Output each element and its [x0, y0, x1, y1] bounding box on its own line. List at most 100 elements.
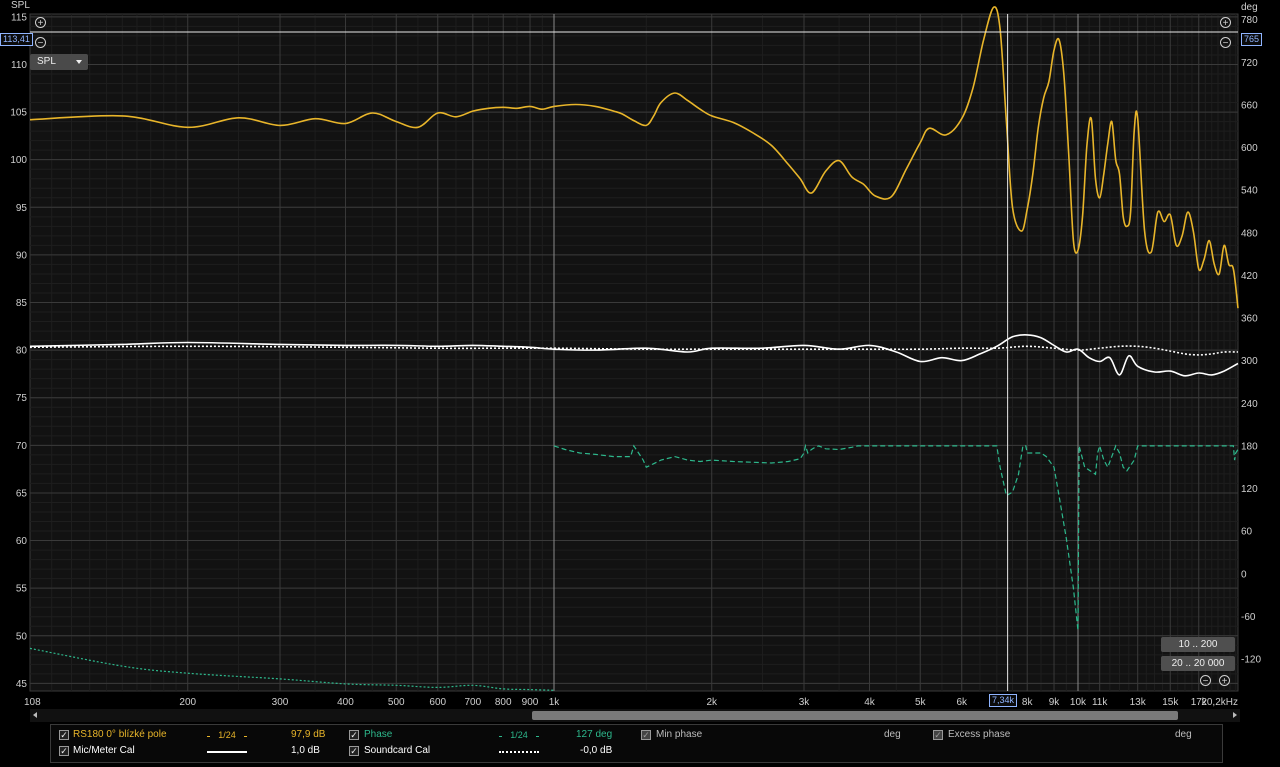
x-tick-label: 900 — [522, 697, 539, 708]
left-axis-unit: SPL — [11, 0, 30, 11]
legend-label-mic-cal: Mic/Meter Cal — [73, 745, 135, 756]
x-tick-label: 2k — [706, 697, 718, 708]
left-tick-label: 100 — [10, 155, 27, 166]
x-tick-label: 10k — [1070, 697, 1087, 708]
left-tick-label: 85 — [16, 298, 28, 309]
right-tick-label: 780 — [1241, 15, 1258, 26]
range-low-button[interactable]: 10 .. 200 — [1161, 637, 1235, 652]
left-tick-label: 95 — [16, 203, 28, 214]
left-tick-label: 110 — [11, 60, 27, 71]
trace-checkbox-soundcard-cal[interactable]: ✓ — [349, 746, 359, 756]
right-tick-label: 420 — [1241, 271, 1258, 282]
cursor-level-readout: 113,41 — [0, 33, 33, 46]
left-tick-label: 90 — [16, 250, 28, 261]
x-tick-label: 800 — [495, 697, 512, 708]
x-tick-label: 5k — [915, 697, 927, 708]
right-tick-label: 360 — [1241, 314, 1258, 325]
x-tick-label: 11k — [1092, 697, 1108, 708]
x-tick-label: 108 — [24, 697, 41, 708]
x-tick-label: 1k — [549, 697, 561, 708]
left-tick-label: 75 — [16, 393, 28, 404]
left-tick-label: 65 — [16, 488, 28, 499]
legend-label-rs180: RS180 0° blízké pole — [73, 729, 167, 740]
left-axis-ticks: 115 110 105 100 95 90 85 80 75 70 65 60 55 50 45 — [10, 12, 27, 690]
right-tick-label: 300 — [1241, 356, 1258, 367]
x-tick-label: 200 — [179, 697, 196, 708]
right-tick-label: 60 — [1241, 527, 1253, 538]
x-tick-label: 13k — [1130, 697, 1147, 708]
zoom-in-left-icon[interactable]: + — [35, 17, 46, 29]
legend-value-min-phase: deg — [884, 729, 901, 740]
right-tick-label: 480 — [1241, 228, 1258, 239]
x-tick-label: 20,2kHz — [1201, 697, 1238, 708]
range-high-button[interactable]: 20 .. 20 000 — [1161, 656, 1235, 671]
x-tick-label: 600 — [429, 697, 446, 708]
spl-dropdown-label: SPL — [37, 56, 56, 67]
swatch-soundcard-cal — [499, 751, 539, 753]
x-tick-label: 400 — [337, 697, 354, 708]
right-tick-label: -120 — [1241, 655, 1261, 666]
right-axis-ticks: 780720660600540480420360300240180120600-… — [1241, 15, 1261, 665]
smoothing-rs180[interactable]: 1/24 — [210, 729, 244, 741]
right-tick-label: 720 — [1241, 58, 1258, 69]
left-tick-label: 80 — [16, 346, 28, 357]
spl-dropdown[interactable]: SPL — [30, 54, 88, 70]
plot-area[interactable] — [29, 13, 1239, 692]
left-tick-label: 55 — [16, 584, 28, 595]
x-tick-label: 9k — [1049, 697, 1061, 708]
scroll-right-icon[interactable] — [1233, 712, 1237, 718]
legend-value-phase: 127 deg — [576, 729, 613, 740]
swatch-mic-cal — [207, 751, 247, 753]
x-tick-label: 6k — [956, 697, 968, 708]
trace-checkbox-excess-phase[interactable]: ✓ — [933, 730, 943, 740]
legend-value-excess-phase: deg — [1175, 729, 1192, 740]
cursor-deg-readout: 765 — [1241, 33, 1263, 46]
x-tick-label: 500 — [388, 697, 405, 708]
left-tick-label: 50 — [16, 631, 28, 642]
trace-checkbox-rs180[interactable]: ✓ — [59, 730, 69, 740]
right-tick-label: 120 — [1241, 484, 1258, 495]
x-tick-label: 15k — [1162, 697, 1179, 708]
legend-value-soundcard-cal: -0,0 dB — [580, 745, 613, 756]
right-axis-unit: deg — [1241, 2, 1258, 13]
zoom-out-x-icon[interactable]: − — [1200, 675, 1211, 687]
scroll-left-icon[interactable] — [33, 712, 37, 718]
zoom-in-right-icon[interactable]: + — [1220, 17, 1231, 29]
trace-checkbox-phase[interactable]: ✓ — [349, 730, 359, 740]
chevron-down-icon — [76, 60, 82, 64]
horizontal-scrollbar[interactable] — [30, 709, 1240, 722]
trace-checkbox-mic-cal[interactable]: ✓ — [59, 746, 69, 756]
x-tick-label: 700 — [464, 697, 481, 708]
x-tick-label: 4k — [864, 697, 876, 708]
x-tick-label: 8k — [1022, 697, 1034, 708]
x-tick-label: 3k — [799, 697, 811, 708]
legend-label-phase: Phase — [364, 729, 393, 740]
right-tick-label: 180 — [1241, 441, 1258, 452]
left-tick-label: 105 — [10, 108, 27, 119]
cursor-freq-readout: 7,34k — [989, 694, 1018, 707]
right-tick-label: -60 — [1241, 612, 1256, 623]
left-tick-label: 45 — [16, 679, 28, 690]
legend-panel: ✓ RS180 0° blízké pole 1/24 97,9 dB ✓ Ph… — [50, 724, 1223, 763]
smoothing-phase[interactable]: 1/24 — [502, 729, 536, 741]
left-tick-label: 115 — [11, 12, 27, 23]
right-tick-label: 600 — [1241, 143, 1258, 154]
x-axis-ticks: 108 200 300 400 500 600 700 800 900 1k 2k 3k 4k 5k 6k 8… — [24, 697, 1238, 708]
left-tick-label: 70 — [16, 441, 28, 452]
right-tick-label: 240 — [1241, 399, 1258, 410]
spl-chart[interactable]: 115 110 105 100 95 90 85 80 75 70 65 60 55 50 45 780 72… — [0, 0, 1280, 767]
trace-checkbox-min-phase[interactable]: ✓ — [641, 730, 651, 740]
legend-label-min-phase: Min phase — [656, 729, 703, 740]
legend-label-soundcard-cal: Soundcard Cal — [364, 745, 431, 756]
x-tick-label: 300 — [272, 697, 289, 708]
right-tick-label: 0 — [1241, 569, 1247, 580]
left-tick-label: 60 — [16, 536, 28, 547]
zoom-in-x-icon[interactable]: + — [1219, 675, 1230, 687]
scrollbar-thumb[interactable] — [532, 711, 1178, 720]
legend-value-mic-cal: 1,0 dB — [291, 745, 320, 756]
zoom-out-left-icon[interactable]: − — [35, 37, 46, 49]
legend-label-excess-phase: Excess phase — [948, 729, 1011, 740]
legend-value-rs180: 97,9 dB — [291, 729, 326, 740]
zoom-out-right-icon[interactable]: − — [1220, 37, 1231, 49]
right-tick-label: 660 — [1241, 100, 1258, 111]
